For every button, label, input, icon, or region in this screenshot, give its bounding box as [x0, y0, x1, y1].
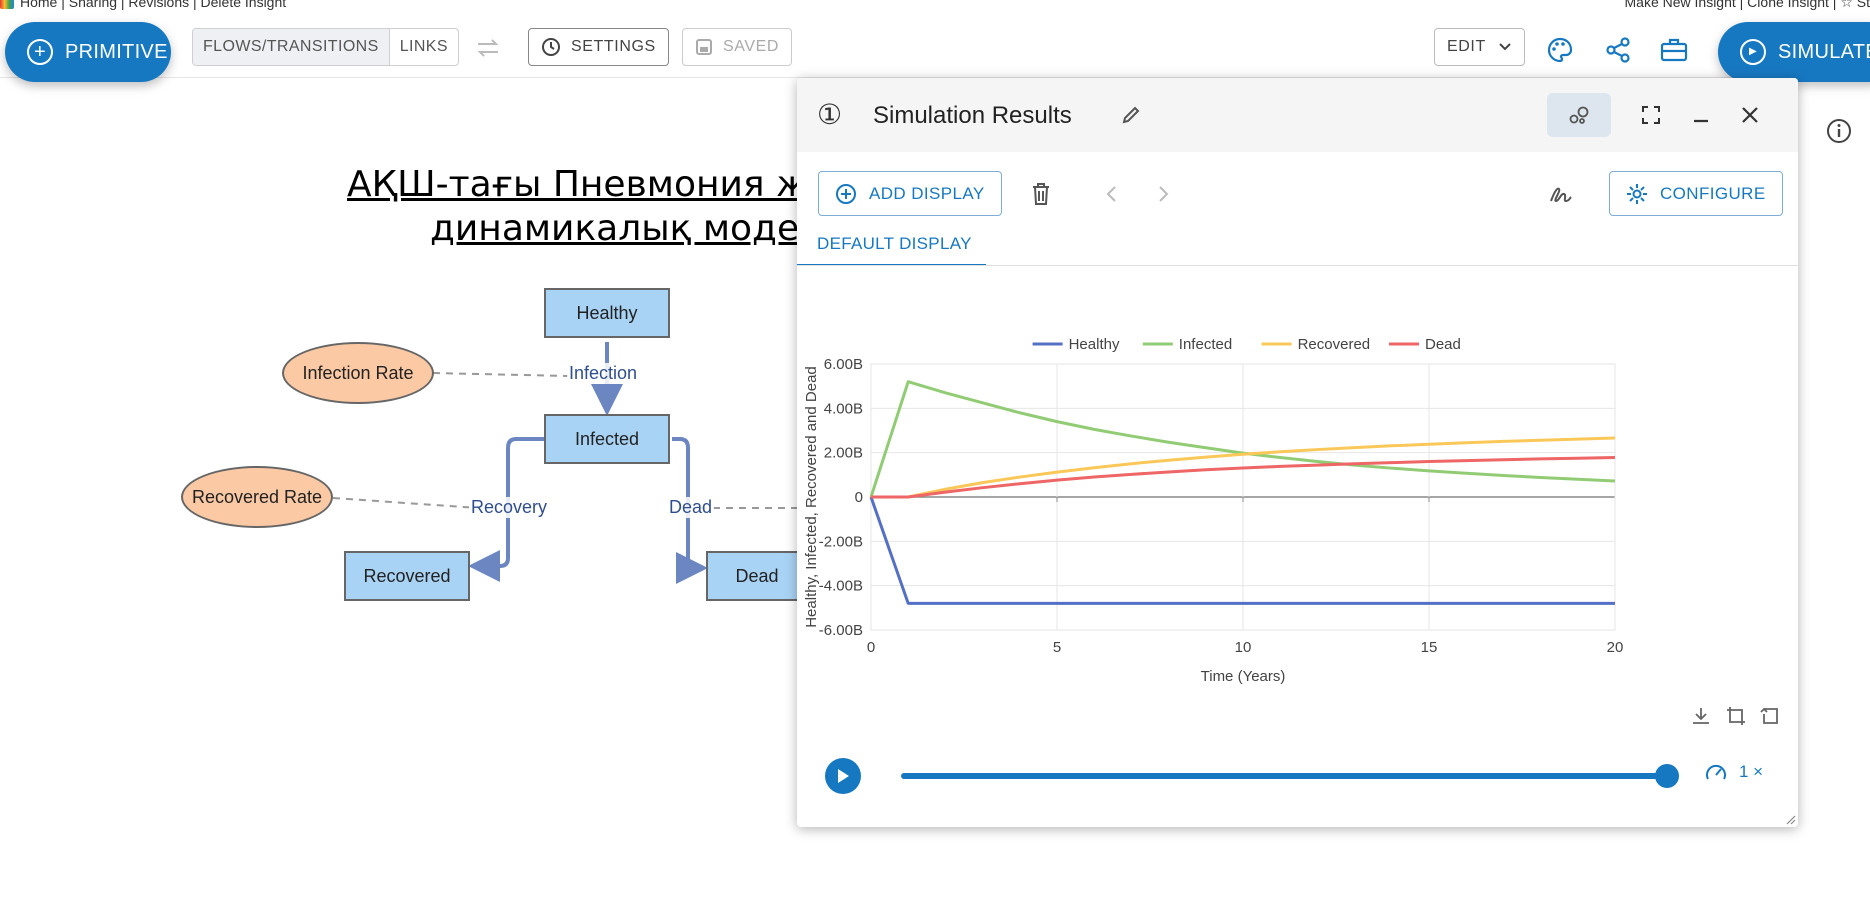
plus-circle-icon	[836, 183, 856, 204]
x-tick-label: 5	[1053, 639, 1061, 656]
insightmaker-logo-icon	[0, 0, 14, 10]
y-tick-label: -6.00B	[819, 622, 863, 639]
top-links-bar: Home | Sharing | Revisions | Delete Insi…	[0, 0, 1870, 10]
playback-slider-thumb[interactable]	[1655, 764, 1679, 788]
fullscreen-icon[interactable]	[1632, 96, 1670, 134]
scatter-toggle-icon[interactable]	[1547, 93, 1611, 137]
stock-recovered[interactable]: Recovered	[344, 551, 470, 601]
add-display-button[interactable]: ADD DISPLAY	[818, 171, 1002, 216]
info-icon[interactable]	[1826, 118, 1852, 144]
signature-icon[interactable]	[1548, 181, 1574, 212]
delete-icon[interactable]	[1030, 182, 1052, 211]
chevron-down-icon	[1499, 43, 1511, 51]
chevron-left-icon[interactable]	[1105, 184, 1119, 209]
y-tick-label: 2.00B	[824, 445, 863, 462]
y-tick-label: -4.00B	[819, 578, 863, 595]
y-axis-label: Healthy, Infected, Recovered and Dead	[803, 366, 820, 628]
speed-control[interactable]: 1 ×	[1705, 762, 1763, 782]
edit-dropdown[interactable]: EDIT	[1434, 28, 1525, 66]
tab-default-display[interactable]: DEFAULT DISPLAY	[797, 230, 986, 266]
download-icon[interactable]	[1690, 705, 1712, 732]
legend-label-infected: Infected	[1179, 336, 1232, 353]
simulation-results-window: ① Simulation Results ADD DISPLAY CONFIGU…	[797, 78, 1798, 827]
settings-button[interactable]: SETTINGS	[528, 28, 669, 66]
legend-label-dead: Dead	[1425, 336, 1461, 353]
saved-button[interactable]: SAVED	[682, 28, 793, 66]
save-icon	[696, 39, 712, 55]
x-tick-label: 0	[867, 639, 875, 656]
play-circle-icon: ▶	[1740, 39, 1766, 65]
tab-divider	[797, 265, 1798, 266]
window-number: ①	[817, 99, 843, 130]
simulate-button[interactable]: ▶ SIMULATE	[1718, 22, 1870, 82]
pencil-icon[interactable]	[1112, 96, 1150, 134]
results-line-chart[interactable]: 6.00B4.00B2.00B0-2.00B-4.00B-6.00B0 5 10 15…	[797, 268, 1798, 728]
window-title: Simulation Results	[873, 102, 1072, 129]
window-header[interactable]: ① Simulation Results	[797, 78, 1798, 152]
connector-mode-toggle: FLOWS/TRANSITIONS LINKS	[192, 28, 459, 66]
playback-slider-track[interactable]	[901, 773, 1667, 779]
plus-circle-icon: +	[27, 39, 53, 65]
play-button[interactable]	[825, 758, 861, 794]
flow-recovery[interactable]: Recovery	[469, 497, 550, 518]
variable-infection-rate[interactable]: Infection Rate	[282, 342, 434, 404]
y-tick-label: 0	[855, 489, 863, 506]
legend-label-healthy: Healthy	[1069, 336, 1120, 353]
flows-transitions-tab[interactable]: FLOWS/TRANSITIONS	[193, 29, 390, 65]
primitive-button[interactable]: + PRIMITIVE	[5, 22, 171, 82]
share-icon[interactable]	[1604, 36, 1632, 64]
gear-icon	[1627, 183, 1647, 204]
minimize-icon[interactable]	[1682, 96, 1720, 134]
x-tick-label: 10	[1235, 639, 1252, 656]
y-tick-label: 6.00B	[824, 356, 863, 373]
links-tab[interactable]: LINKS	[390, 29, 458, 65]
flow-infection[interactable]: Infection	[567, 363, 640, 384]
legend-label-recovered: Recovered	[1298, 336, 1371, 353]
resize-handle-icon[interactable]	[1786, 815, 1796, 825]
stock-healthy[interactable]: Healthy	[544, 288, 670, 338]
x-tick-label: 20	[1607, 639, 1624, 656]
y-tick-label: -2.00B	[819, 533, 863, 550]
x-axis-label: Time (Years)	[1201, 668, 1286, 685]
top-left-links[interactable]: Home | Sharing | Revisions | Delete Insi…	[0, 0, 286, 10]
zoom-reset-icon[interactable]	[1759, 705, 1781, 732]
y-tick-label: 4.00B	[824, 400, 863, 417]
play-icon	[838, 769, 849, 783]
stock-dead[interactable]: Dead	[706, 551, 806, 601]
x-tick-label: 15	[1421, 639, 1438, 656]
close-icon[interactable]	[1731, 96, 1769, 134]
playback-bar: 1 ×	[797, 758, 1798, 818]
variable-recovered-rate[interactable]: Recovered Rate	[181, 466, 333, 528]
toolbar: + PRIMITIVE FLOWS/TRANSITIONS LINKS SETT…	[0, 10, 1870, 82]
clock-icon	[542, 38, 560, 56]
flow-dead[interactable]: Dead	[667, 497, 715, 518]
swap-arrows-icon[interactable]	[474, 34, 502, 62]
palette-icon[interactable]	[1546, 36, 1574, 64]
toolbox-icon[interactable]	[1660, 36, 1688, 64]
stock-infected[interactable]: Infected	[544, 414, 670, 464]
zoom-select-icon[interactable]	[1725, 705, 1747, 732]
speedometer-icon	[1706, 764, 1726, 780]
configure-button[interactable]: CONFIGURE	[1609, 171, 1783, 216]
chevron-right-icon[interactable]	[1156, 184, 1170, 209]
